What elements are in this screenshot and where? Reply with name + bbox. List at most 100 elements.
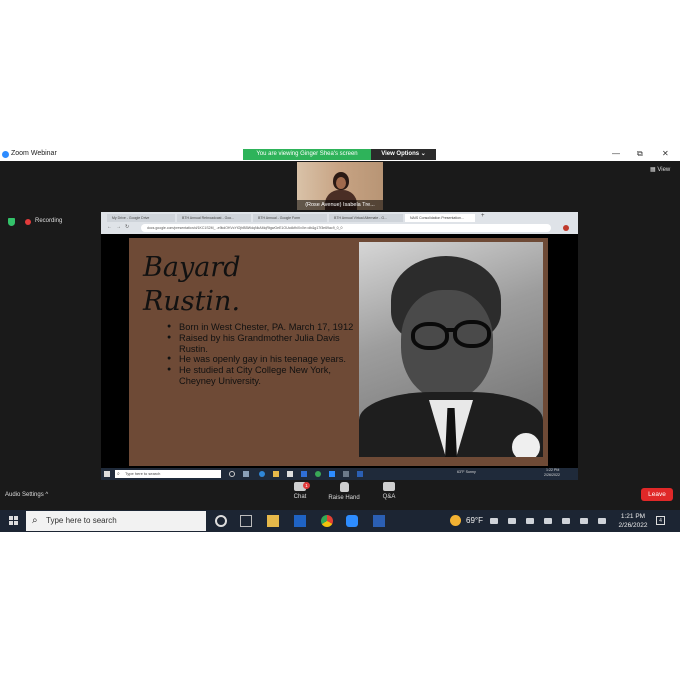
people-icon[interactable] (490, 518, 498, 524)
shield-icon (8, 218, 15, 226)
restore-button[interactable]: ⧉ (637, 149, 643, 159)
chevron-up-icon: ^ (45, 492, 49, 498)
taskbar-clock[interactable]: 1:21 PM 2/26/2022 (614, 512, 652, 530)
qa-button[interactable]: Q&A (369, 482, 409, 500)
shared-date: 2/26/2022 (544, 473, 560, 477)
notification-center-icon[interactable]: 4 (656, 516, 665, 525)
pen-icon[interactable] (580, 518, 588, 524)
slide-title-line1: Bayard (143, 252, 241, 283)
shared-screen: My Drive - Google Drive BTH Annual Rebro… (101, 212, 578, 480)
slide-title-line2: Rustin. (143, 286, 241, 317)
glasses-left-lens (411, 322, 449, 350)
chrome-icon (315, 471, 321, 477)
notification-count: 4 (659, 518, 662, 524)
participant-name: (Rose Avenue) Isabela Tre... (297, 200, 383, 210)
mail-icon (301, 471, 307, 477)
windows-taskbar: ⌕ Type here to search 69°F 1:21 PM 2/26/… (0, 510, 680, 532)
glasses-bridge (445, 328, 455, 332)
chat-button[interactable]: Chat (280, 482, 320, 500)
cortana-icon[interactable] (215, 515, 227, 527)
chrome-icon[interactable] (321, 515, 333, 527)
recording-label: Recording (35, 218, 63, 224)
chevron-down-icon: ⌄ (420, 151, 426, 157)
search-icon: ⌕ (117, 471, 120, 477)
windows-logo-icon (104, 471, 110, 477)
cortana-icon (229, 471, 235, 477)
zoom-icon (329, 471, 335, 477)
zoom-logo-icon (2, 151, 9, 158)
windows-start-icon[interactable] (9, 516, 19, 526)
qa-label: Q&A (382, 494, 396, 500)
raise-hand-button[interactable]: Raise Hand (324, 482, 364, 501)
shared-weather: 63°F Sunny (457, 470, 476, 474)
word-icon (357, 471, 363, 477)
glasses-right-lens (453, 320, 491, 348)
battery-icon[interactable] (526, 518, 534, 524)
search-icon: ⌕ (32, 515, 38, 526)
record-dot-icon (25, 219, 31, 225)
slide-bullet-list: Born in West Chester, PA. March 17, 1912… (167, 322, 359, 387)
app-tray-icon[interactable] (508, 518, 516, 524)
taskbar-search-box[interactable]: ⌕ Type here to search (26, 511, 206, 531)
profile-avatar[interactable] (563, 225, 569, 231)
bullet-item: Born in West Chester, PA. March 17, 1912 (167, 322, 359, 333)
qa-icon (383, 482, 395, 491)
reload-icon[interactable]: ↻ (125, 224, 129, 230)
forward-icon[interactable]: → (116, 224, 121, 230)
zoom-window: Zoom Webinar You are viewing Ginger Shea… (0, 148, 680, 510)
keyboard-icon[interactable] (598, 518, 606, 524)
shared-time: 1:22 PM (546, 468, 560, 472)
network-icon[interactable] (544, 518, 552, 524)
leave-button[interactable]: Leave (641, 488, 673, 501)
zoom-title-bar: Zoom Webinar You are viewing Ginger Shea… (0, 148, 680, 161)
file-explorer-icon[interactable] (267, 515, 279, 527)
participant-face (336, 177, 346, 189)
clock-date: 2/26/2022 (618, 522, 648, 529)
chat-count-badge: 1 (303, 482, 310, 489)
bullet-item: He studied at City College New York, Che… (167, 365, 359, 387)
raise-hand-label: Raise Hand (328, 495, 360, 501)
browser-tab-active[interactable]: NAIS Consolidation Presentation... (405, 214, 475, 222)
back-icon[interactable]: ← (107, 224, 112, 230)
taskbar-search-placeholder: Type here to search (46, 516, 117, 525)
participant-video[interactable]: (Rose Avenue) Isabela Tre... (297, 162, 383, 210)
view-button[interactable]: ▦ View (650, 166, 670, 173)
browser-tab[interactable]: BTH Annual Virtual Alternate - G... (329, 214, 403, 222)
audio-settings-label: Audio Settings (5, 492, 44, 498)
task-view-icon[interactable] (240, 515, 252, 527)
browser-chrome: My Drive - Google Drive BTH Annual Rebro… (101, 212, 578, 234)
view-label: View (657, 167, 671, 173)
task-view-icon (243, 471, 249, 477)
file-explorer-icon (273, 471, 279, 477)
audio-settings-button[interactable]: Audio Settings ^ (5, 492, 48, 498)
shared-search-label: Type here to search (125, 471, 161, 476)
screen-share-banner: You are viewing Ginger Shea's screen (243, 149, 371, 160)
view-options-button[interactable]: View Options ⌄ (371, 149, 436, 160)
app-icon (343, 471, 349, 477)
zoom-app-icon[interactable] (346, 515, 358, 527)
shared-search-box: ⌕ Type here to search (115, 470, 221, 478)
store-icon (287, 471, 293, 477)
new-tab-button[interactable]: + (481, 213, 485, 219)
chat-label: Chat (293, 494, 307, 500)
bullet-item: He was openly gay in his teenage years. (167, 354, 359, 365)
browser-tab[interactable]: BTH Annual Rebroadcast - Goo... (177, 214, 251, 222)
window-title: Zoom Webinar (11, 150, 57, 157)
browser-tab[interactable]: BTH Annual - Google Form (253, 214, 327, 222)
volume-icon[interactable] (562, 518, 570, 524)
browser-tab[interactable]: My Drive - Google Drive (107, 214, 175, 222)
hand-icon (339, 482, 349, 492)
presentation-slide: Bayard Rustin. Born in West Chester, PA.… (129, 238, 548, 466)
lapel-badge (511, 432, 541, 457)
edge-icon (259, 471, 265, 477)
outlook-icon[interactable] (294, 515, 306, 527)
word-icon[interactable] (373, 515, 385, 527)
sun-icon (450, 515, 461, 526)
minimize-button[interactable]: — (612, 149, 620, 158)
view-options-label: View Options (381, 151, 420, 157)
close-button[interactable]: ✕ (662, 149, 669, 158)
address-bar[interactable]: docs.google.com/presentation/d/1KC1S2M_ … (141, 224, 551, 232)
portrait-photo (359, 242, 543, 457)
bullet-item: Raised by his Grandmother Julia Davis Ru… (167, 333, 359, 355)
temperature: 69°F (466, 516, 483, 525)
